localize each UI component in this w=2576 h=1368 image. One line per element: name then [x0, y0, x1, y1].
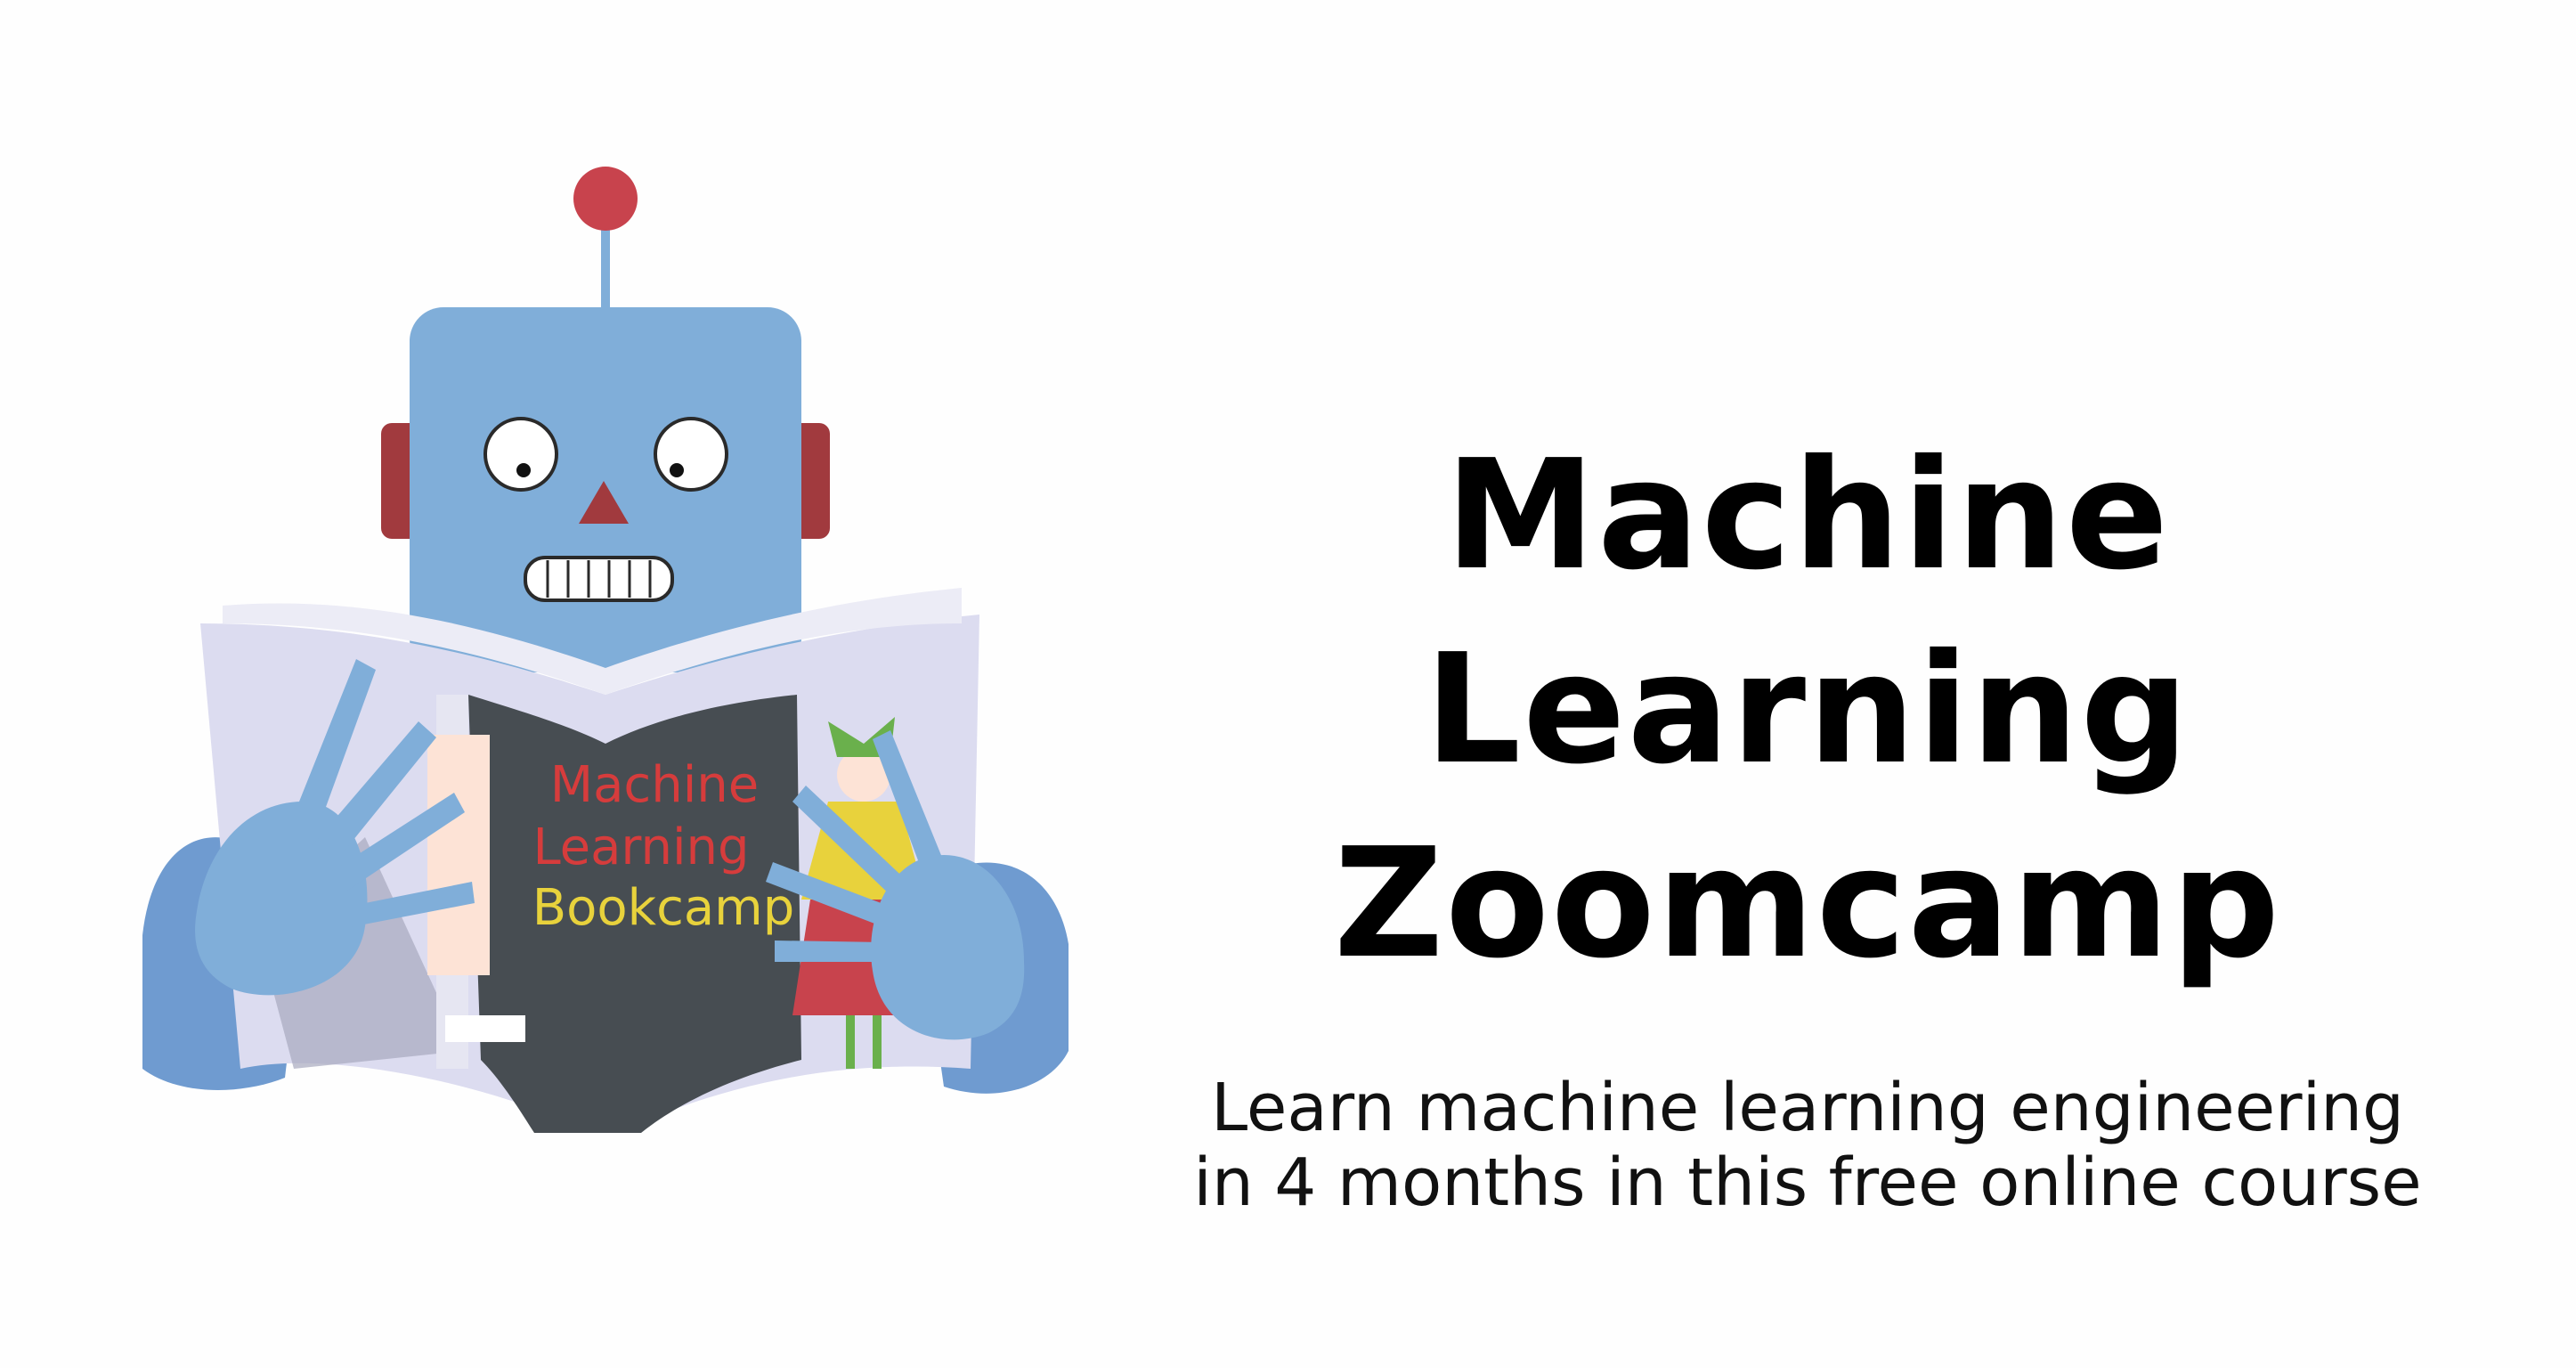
page-title: Machine Learning Zoomcamp — [1095, 419, 2520, 1001]
pink-note — [427, 735, 490, 975]
left-eye — [484, 417, 558, 492]
cover-title-line3: Bookcamp — [532, 879, 795, 937]
antenna-ball — [573, 167, 638, 231]
cover-title-line2: Learning — [532, 818, 749, 876]
right-eye — [654, 417, 728, 492]
subtitle-line2: in 4 months in this free online course — [1193, 1144, 2422, 1221]
page-subtitle: Learn machine learning engineering in 4 … — [1095, 1071, 2520, 1220]
subtitle-line1: Learn machine learning engineering — [1210, 1070, 2405, 1146]
title-line1: Machine Learning — [1424, 428, 2191, 798]
robot-reading-book-illustration: Machine Learning Bookcamp — [142, 160, 1086, 1140]
cover-title-line1: Machine — [550, 756, 759, 814]
hero-text: Machine Learning Zoomcamp Learn machine … — [1095, 419, 2520, 1220]
title-line2: Zoomcamp — [1333, 816, 2282, 992]
